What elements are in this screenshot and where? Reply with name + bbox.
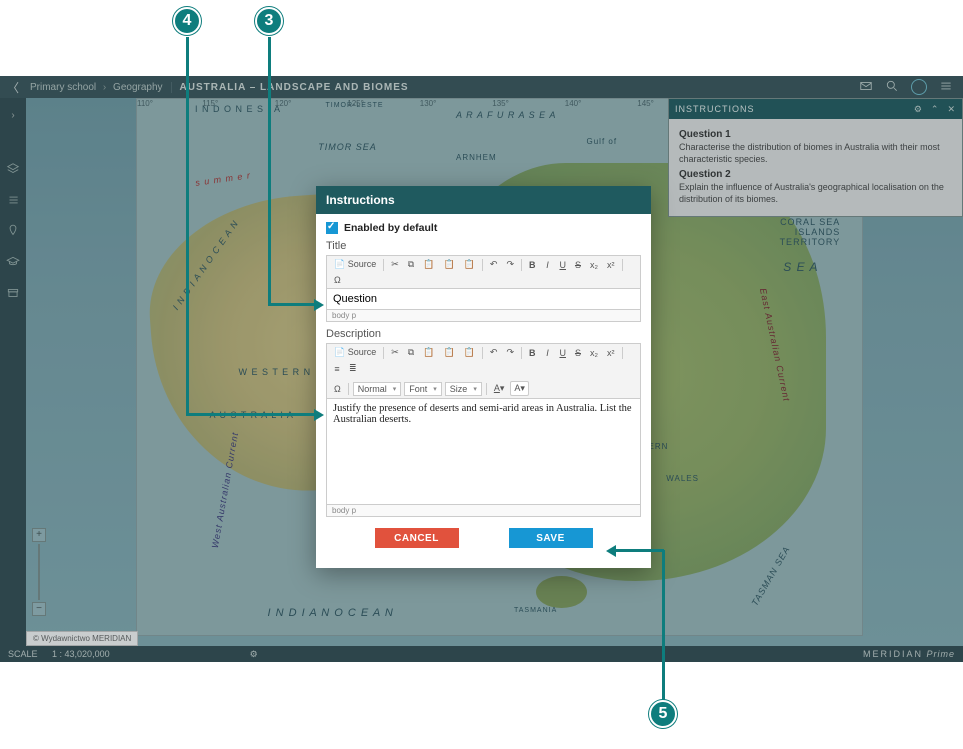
- callout-line: [616, 549, 664, 552]
- bg-color-icon[interactable]: A▾: [510, 381, 529, 396]
- strike-icon[interactable]: S: [572, 259, 584, 271]
- callout-arrowhead-icon: [314, 409, 324, 421]
- instructions-modal: Instructions Enabled by default Title 📄 …: [316, 186, 651, 568]
- callout-badge-4: 4: [173, 7, 201, 35]
- superscript-icon[interactable]: x²: [604, 347, 618, 359]
- paste-icon[interactable]: 📋: [420, 258, 437, 271]
- redo-icon[interactable]: ↷: [503, 258, 517, 271]
- source-button[interactable]: 📄 Source: [331, 346, 379, 359]
- copy-icon[interactable]: ⧉: [405, 346, 417, 359]
- description-editor-path: body p: [326, 505, 641, 517]
- size-dropdown[interactable]: Size: [445, 382, 482, 396]
- callout-arrowhead-icon: [314, 299, 324, 311]
- copy-icon[interactable]: ⧉: [405, 258, 417, 271]
- bold-icon[interactable]: B: [526, 259, 539, 271]
- callout-arrowhead-icon: [606, 545, 616, 557]
- save-button[interactable]: SAVE: [509, 528, 593, 548]
- paste-text-icon[interactable]: 📋: [440, 346, 457, 359]
- callout-line: [268, 303, 314, 306]
- undo-icon[interactable]: ↶: [487, 258, 501, 271]
- source-button[interactable]: 📄 Source: [331, 258, 379, 271]
- callout-line: [662, 550, 665, 700]
- italic-icon[interactable]: I: [541, 259, 553, 271]
- callout-line: [186, 37, 189, 415]
- strike-icon[interactable]: S: [572, 347, 584, 359]
- numbered-list-icon[interactable]: ≡: [331, 363, 343, 375]
- superscript-icon[interactable]: x²: [604, 259, 618, 271]
- subscript-icon[interactable]: x₂: [587, 347, 601, 359]
- title-field-label: Title: [326, 240, 641, 252]
- description-toolbar: 📄 Source ✂ ⧉ 📋 📋 📋 ↶ ↷ B I U S x₂ x² ≡ ≣…: [326, 343, 641, 399]
- enabled-checkbox[interactable]: [326, 222, 338, 234]
- cut-icon[interactable]: ✂: [388, 258, 402, 271]
- callout-line: [186, 413, 314, 416]
- redo-icon[interactable]: ↷: [503, 346, 517, 359]
- cut-icon[interactable]: ✂: [388, 346, 402, 359]
- underline-icon[interactable]: U: [556, 259, 569, 271]
- undo-icon[interactable]: ↶: [487, 346, 501, 359]
- callout-badge-5: 5: [649, 700, 677, 728]
- paste-icon[interactable]: 📋: [420, 346, 437, 359]
- cancel-button[interactable]: CANCEL: [375, 528, 459, 548]
- omega-icon[interactable]: Ω: [331, 383, 344, 395]
- paste-text-icon[interactable]: 📋: [440, 258, 457, 271]
- modal-header: Instructions: [316, 186, 651, 214]
- title-input[interactable]: Question: [326, 289, 641, 310]
- callout-badge-3: 3: [255, 7, 283, 35]
- bold-icon[interactable]: B: [526, 347, 539, 359]
- title-toolbar: 📄 Source ✂ ⧉ 📋 📋 📋 ↶ ↷ B I U S x₂ x² Ω: [326, 255, 641, 289]
- paste-word-icon[interactable]: 📋: [461, 258, 478, 271]
- font-dropdown[interactable]: Font: [404, 382, 442, 396]
- callout-line: [268, 37, 271, 305]
- text-color-icon[interactable]: A▾: [491, 382, 508, 395]
- underline-icon[interactable]: U: [556, 347, 569, 359]
- paragraph-format-dropdown[interactable]: Normal: [353, 382, 402, 396]
- enabled-label: Enabled by default: [344, 222, 437, 234]
- italic-icon[interactable]: I: [541, 347, 553, 359]
- description-field-label: Description: [326, 328, 641, 340]
- paste-word-icon[interactable]: 📋: [461, 346, 478, 359]
- subscript-icon[interactable]: x₂: [587, 259, 601, 271]
- bullet-list-icon[interactable]: ≣: [346, 362, 360, 375]
- omega-icon[interactable]: Ω: [331, 274, 344, 286]
- description-input[interactable]: Justify the presence of deserts and semi…: [326, 399, 641, 505]
- title-editor-path: body p: [326, 310, 641, 322]
